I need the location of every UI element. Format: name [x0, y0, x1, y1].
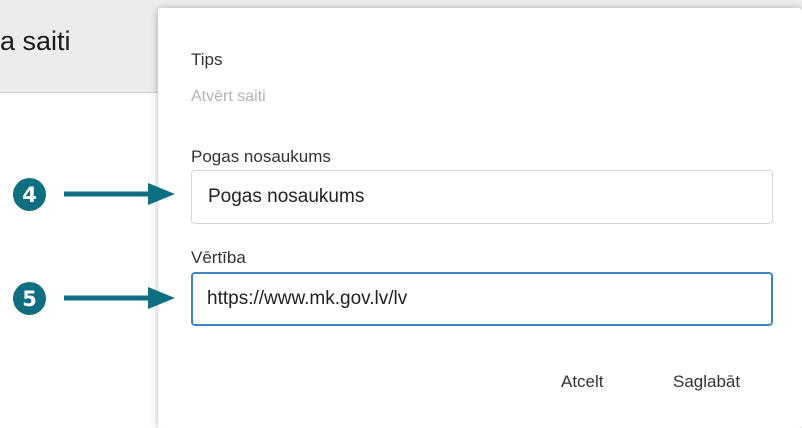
value-url-input-value: https://www.mk.gov.lv/lv: [207, 288, 408, 309]
value-url-input[interactable]: https://www.mk.gov.lv/lv: [191, 272, 773, 326]
step-4-badge: 4: [13, 178, 46, 211]
button-settings-dialog: Tips Atvērt saiti Pogas nosaukums Pogas …: [158, 8, 802, 428]
background-page-title: a saiti: [0, 26, 71, 56]
step-4-arrow-icon: [64, 183, 175, 205]
button-name-input-value: Pogas nosaukums: [208, 186, 365, 207]
button-name-label: Pogas nosaukums: [191, 147, 331, 166]
step-5-arrow-icon: [64, 287, 175, 309]
save-button[interactable]: Saglabāt: [673, 372, 740, 392]
type-value: Atvērt saiti: [191, 88, 266, 105]
type-label: Tips: [191, 50, 223, 69]
cancel-button[interactable]: Atcelt: [561, 372, 604, 392]
button-name-input[interactable]: Pogas nosaukums: [191, 170, 773, 224]
step-5-badge: 5: [13, 282, 46, 315]
value-label: Vērtība: [191, 248, 246, 267]
